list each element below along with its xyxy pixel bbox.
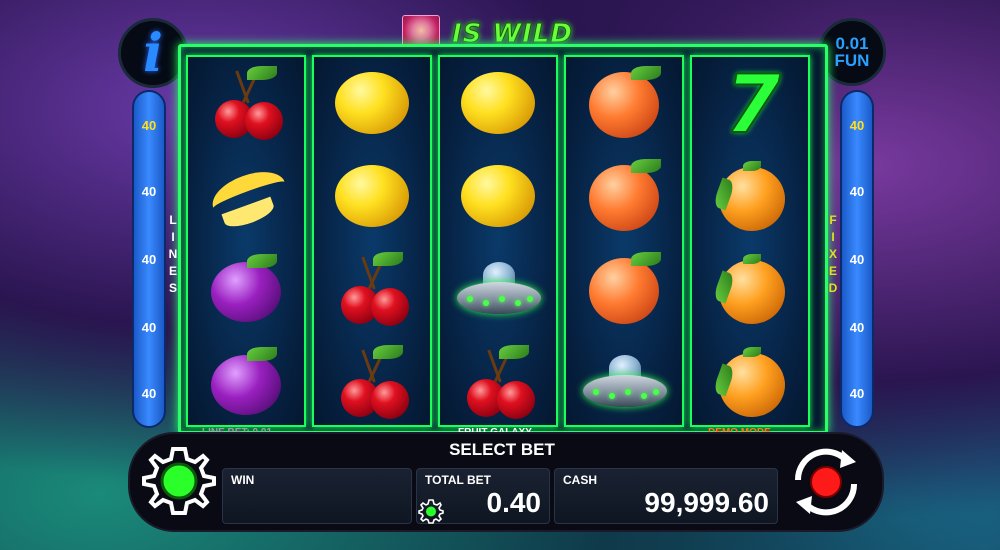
cherry-symbol-icon xyxy=(453,343,543,423)
cherry-symbol-icon xyxy=(327,250,417,330)
reel-cell xyxy=(440,336,556,429)
left-lines-bar: 40 40 40 40 40 xyxy=(132,90,166,428)
reel-cell xyxy=(440,150,556,243)
peach-symbol-icon xyxy=(579,64,669,144)
reel-4 xyxy=(564,55,684,427)
gear-icon xyxy=(142,447,216,515)
denomination-currency: FUN xyxy=(834,51,870,70)
bet-settings-icon[interactable] xyxy=(418,498,444,524)
reel-cell xyxy=(692,243,808,336)
reel-cell xyxy=(188,336,304,429)
select-bet-label: SELECT BET xyxy=(449,440,555,459)
line-indicator[interactable]: 40 xyxy=(134,118,164,133)
lemon-symbol-icon xyxy=(453,157,543,237)
reel-cell xyxy=(188,150,304,243)
lemon-symbol-icon xyxy=(327,157,417,237)
cherry-symbol-icon xyxy=(327,343,417,423)
line-indicator[interactable]: 40 xyxy=(842,184,872,199)
line-indicator[interactable]: 40 xyxy=(134,252,164,267)
cash-panel: CASH 99,999.60 xyxy=(554,468,778,524)
denomination-value: 0.01 xyxy=(835,34,869,53)
total-bet-value: 0.40 xyxy=(486,487,542,518)
orange-symbol-icon xyxy=(705,157,795,237)
reel-cell xyxy=(566,57,682,150)
peach-symbol-icon xyxy=(579,250,669,330)
peach-symbol-icon xyxy=(579,157,669,237)
reel-cell xyxy=(566,243,682,336)
spin-button[interactable] xyxy=(784,440,868,524)
ufo-symbol-icon xyxy=(579,343,669,423)
right-lines-bar: 40 40 40 40 40 xyxy=(840,90,874,428)
reel-cell xyxy=(188,57,304,150)
reel-cell xyxy=(566,150,682,243)
line-indicator[interactable]: 40 xyxy=(842,386,872,401)
reel-cell xyxy=(440,57,556,150)
lemon-symbol-icon xyxy=(453,64,543,144)
plum-symbol-icon xyxy=(201,343,291,423)
reel-cell xyxy=(314,57,430,150)
line-indicator[interactable]: 40 xyxy=(842,118,872,133)
line-indicator[interactable]: 40 xyxy=(134,184,164,199)
reel-cell xyxy=(314,243,430,336)
reel-cell xyxy=(314,336,430,429)
win-label: WIN xyxy=(231,473,255,487)
reel-cell xyxy=(566,336,682,429)
info-icon: i xyxy=(143,22,163,84)
plum-symbol-icon xyxy=(201,250,291,330)
banana-symbol-icon xyxy=(201,157,292,237)
reel-area: 7 xyxy=(178,44,828,434)
cash-value: 99,999.60 xyxy=(644,487,769,518)
reel-1 xyxy=(186,55,306,427)
denomination-button[interactable]: 0.01 FUN xyxy=(818,18,886,86)
reel-cell xyxy=(692,150,808,243)
lemon-symbol-icon xyxy=(327,64,417,144)
line-indicator[interactable]: 40 xyxy=(134,386,164,401)
ufo-symbol-icon xyxy=(453,250,543,330)
reel-cell xyxy=(314,150,430,243)
win-panel: WIN xyxy=(222,468,412,524)
line-indicator[interactable]: 40 xyxy=(134,320,164,335)
seven-symbol-icon: 7 xyxy=(724,57,782,151)
reel-cell xyxy=(692,336,808,429)
reel-cell: 7 xyxy=(692,57,808,150)
reel-3 xyxy=(438,55,558,427)
line-indicator[interactable]: 40 xyxy=(842,252,872,267)
cherry-symbol-icon xyxy=(201,64,291,144)
fixed-vertical-label: FIXED xyxy=(828,213,838,295)
settings-button[interactable] xyxy=(138,440,220,522)
spin-arrows-icon xyxy=(794,448,858,516)
line-indicator[interactable]: 40 xyxy=(842,320,872,335)
reel-2 xyxy=(312,55,432,427)
total-bet-label: TOTAL BET xyxy=(425,473,491,487)
reel-cell xyxy=(188,243,304,336)
orange-symbol-icon xyxy=(705,250,795,330)
reel-5: 7 xyxy=(690,55,810,427)
lines-vertical-label: LINES xyxy=(168,213,178,295)
reel-cell xyxy=(440,243,556,336)
orange-symbol-icon xyxy=(705,343,795,423)
cash-label: CASH xyxy=(563,473,598,487)
